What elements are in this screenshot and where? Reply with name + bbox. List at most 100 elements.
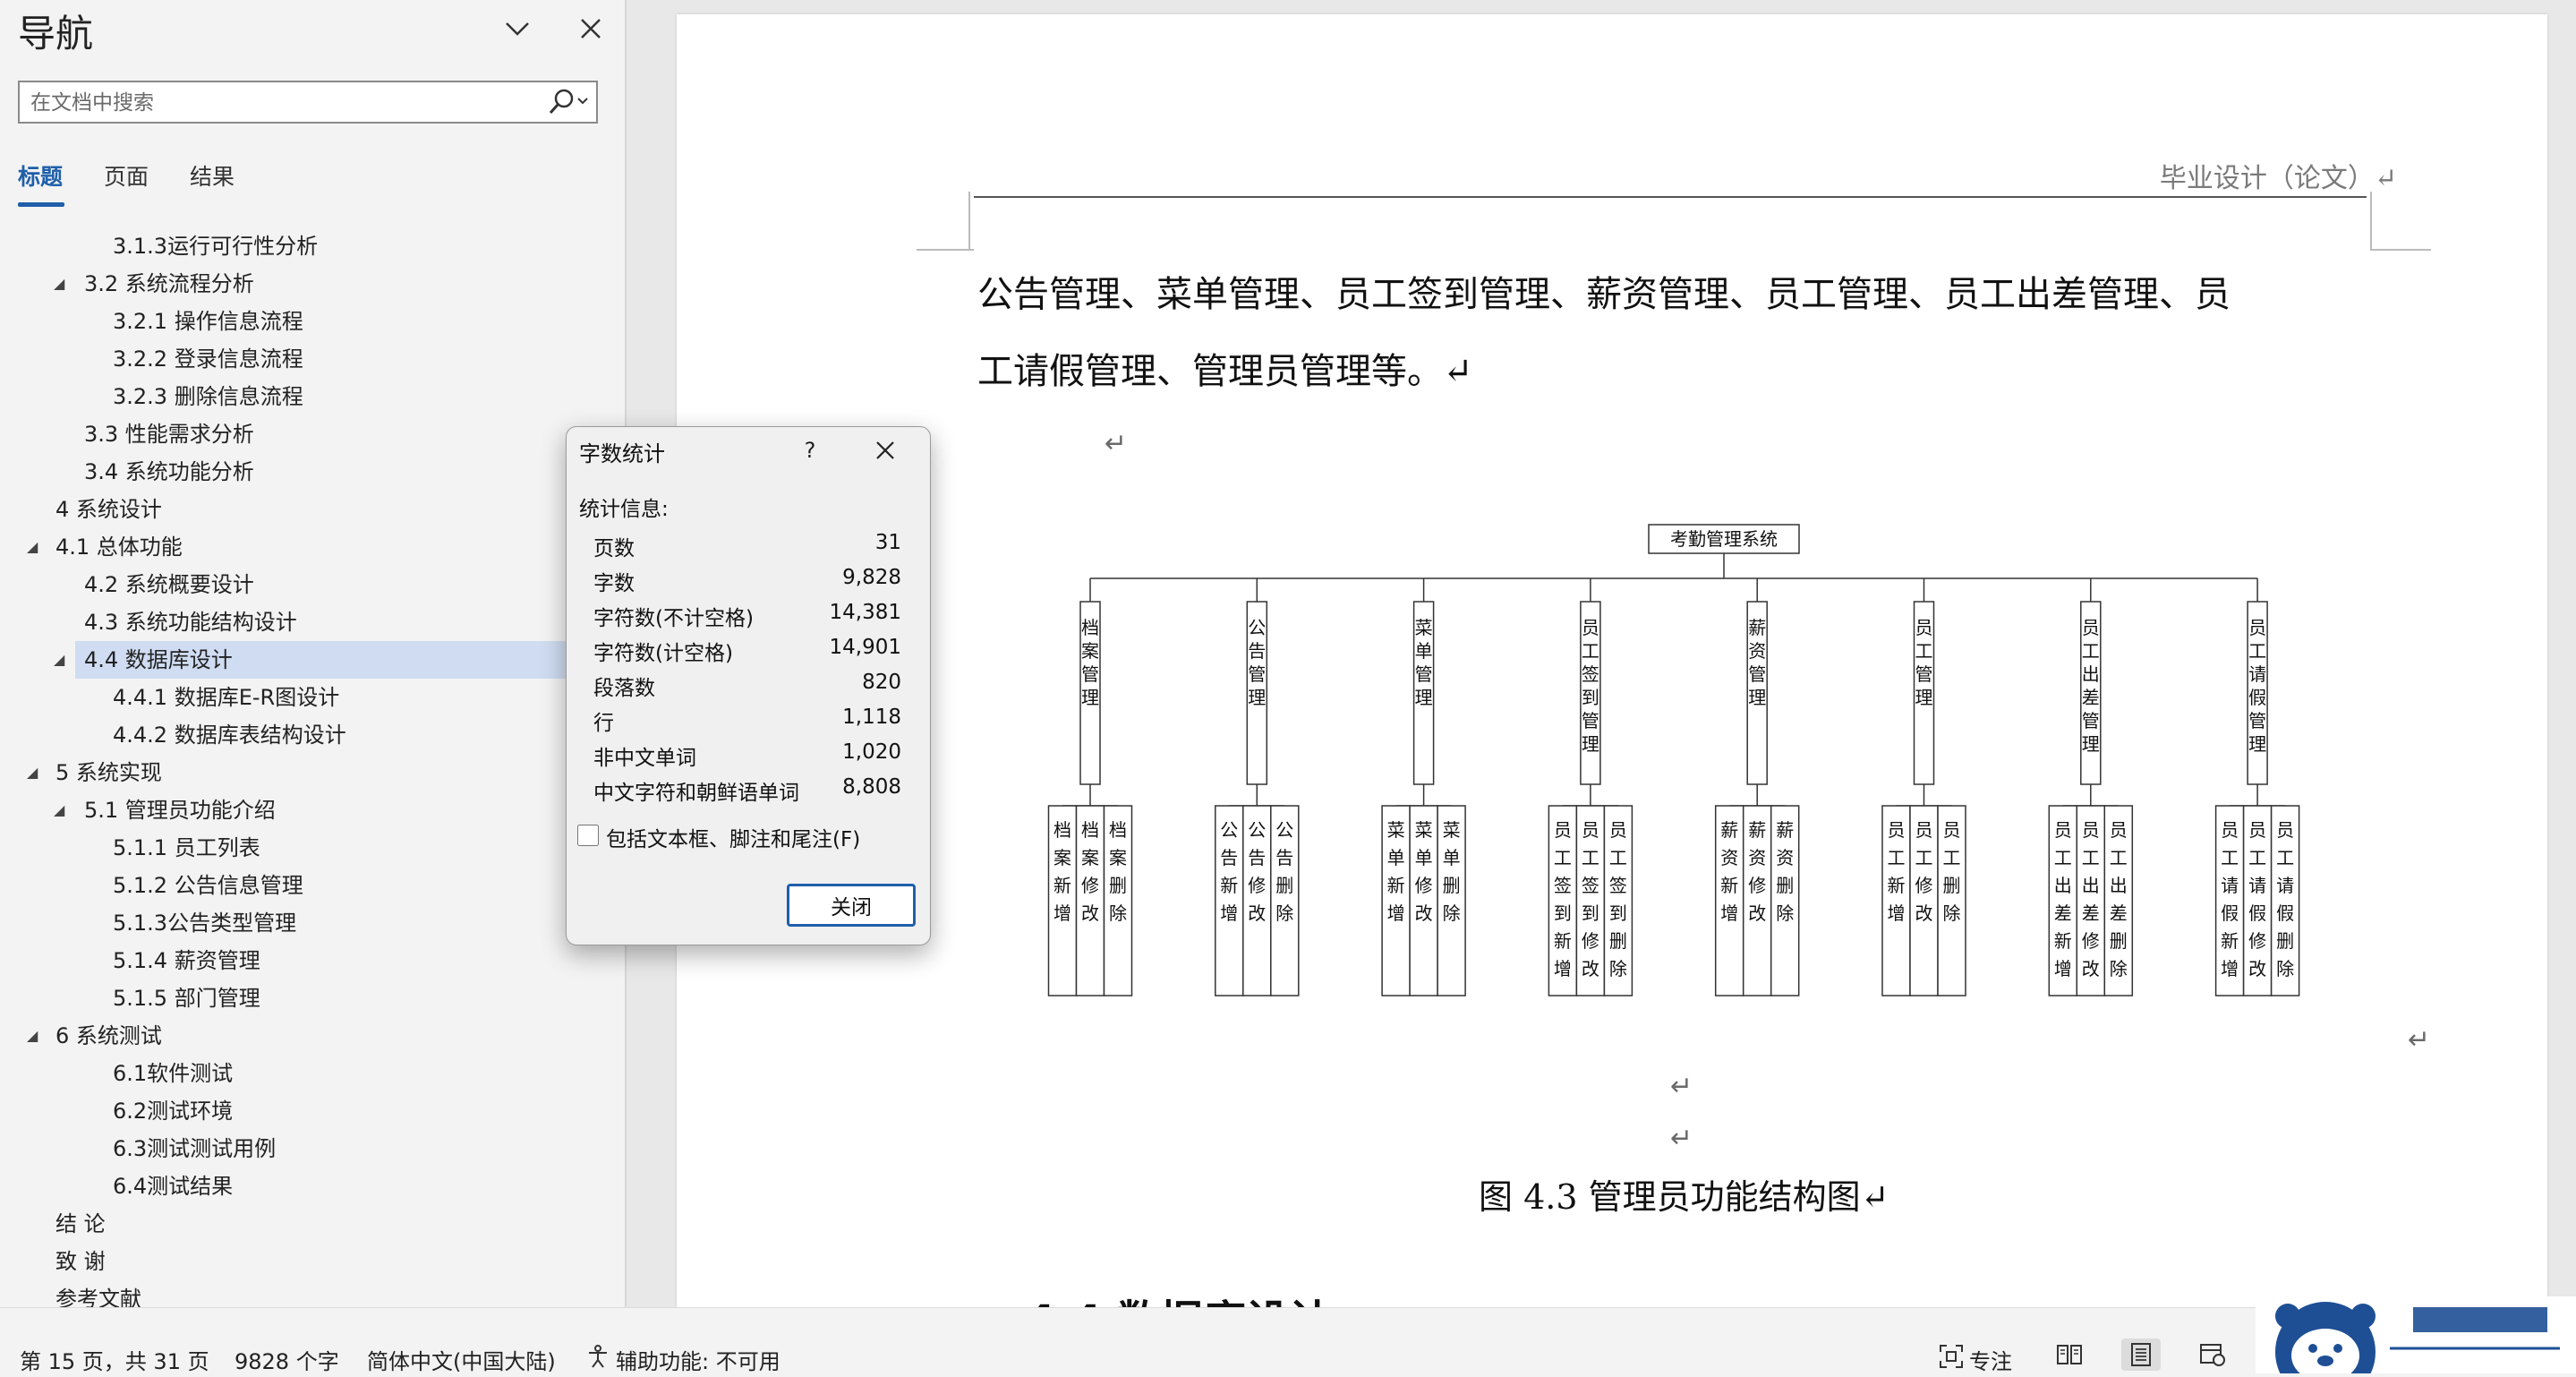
focus-mode-button[interactable]: 专注 [1969, 1344, 2012, 1375]
outline-item[interactable]: ◢ 3.2 系统流程分析 [0, 265, 625, 303]
outline-item-label: 6.3测试测试用例 [113, 1136, 277, 1161]
word-count-status[interactable]: 9828 个字 [235, 1344, 339, 1375]
outline-item[interactable]: 5.1.4 薪资管理 [0, 942, 625, 979]
print-layout-button[interactable] [2121, 1339, 2161, 1371]
language-status[interactable]: 简体中文(中国大陆) [367, 1344, 556, 1375]
close-button[interactable]: 关闭 [787, 884, 916, 927]
outline-item[interactable]: 结 论 [0, 1205, 625, 1243]
outline-item-label: 致 谢 [55, 1249, 106, 1274]
outline-item-label: 4.2 系统概要设计 [84, 572, 254, 597]
dialog-close-button[interactable] [864, 432, 907, 468]
stat-label: 段落数 [593, 677, 655, 700]
search-icon [549, 89, 588, 114]
search-button[interactable] [542, 86, 593, 118]
page-count-status[interactable]: 第 15 页，共 31 页 [20, 1344, 209, 1375]
outline-item[interactable]: 3.2.1 操作信息流程 [0, 303, 625, 340]
collapse-triangle-icon[interactable]: ◢ [54, 791, 64, 829]
stat-row: 字符数(不计空格) 14,381 [593, 601, 901, 633]
outline-item[interactable]: 4.4.1 数据库E-R图设计 [0, 679, 625, 716]
stat-value: 1,020 [842, 740, 901, 764]
outline-item[interactable]: 6.4测试结果 [0, 1167, 625, 1205]
web-layout-button[interactable] [2193, 1339, 2232, 1371]
function-structure-diagram: 考勤管理系统档案管理档案新增档案修改档案删除公告管理公告新增公告修改公告删除菜单… [1047, 524, 2300, 996]
stat-value: 31 [874, 531, 901, 554]
checkbox-label[interactable]: 包括文本框、脚注和尾注(F) [606, 822, 860, 852]
outline-item[interactable]: ◢ 4.1 总体功能 [0, 528, 625, 566]
stat-row: 非中文单词 1,020 [593, 740, 901, 773]
web-layout-icon [2200, 1344, 2225, 1366]
bear-logo-icon [2275, 1302, 2560, 1377]
search-input[interactable] [29, 88, 533, 118]
nav-options-button[interactable] [496, 7, 539, 50]
stat-row: 字数 9,828 [593, 566, 901, 598]
stat-label: 字数 [593, 572, 635, 595]
stat-row: 字符数(计空格) 14,901 [593, 636, 901, 668]
watermark-logo [2256, 1296, 2576, 1377]
collapse-triangle-icon[interactable]: ◢ [54, 641, 64, 679]
outline-item-label: 4.1 总体功能 [55, 535, 183, 560]
outline-item-label: 5.1.4 薪资管理 [113, 948, 260, 973]
outline-item[interactable]: 4 系统设计 [0, 491, 625, 528]
outline-item[interactable]: ◢ 5.1 管理员功能介绍 [0, 791, 625, 829]
outline-item[interactable]: 6.1软件测试 [0, 1055, 625, 1092]
collapse-triangle-icon[interactable]: ◢ [27, 1017, 38, 1055]
outline-item[interactable]: ◢ 4.4 数据库设计 [54, 641, 625, 679]
stat-row: 行 1,118 [593, 706, 901, 738]
stat-row: 段落数 820 [593, 671, 901, 703]
nav-title: 导航 [18, 12, 94, 56]
focus-icon [1939, 1344, 1964, 1370]
stat-row: 页数 31 [593, 531, 901, 563]
stat-value: 1,118 [842, 706, 901, 729]
outline-item[interactable]: 4.3 系统功能结构设计 [0, 603, 625, 641]
paragraph-mark: ↵ [2408, 1024, 2431, 1056]
outline-item-label: 6.2测试环境 [113, 1099, 234, 1124]
outline-item[interactable]: 3.2.2 登录信息流程 [0, 340, 625, 378]
document-page[interactable]: 毕业设计（论文）↵ 公告管理、菜单管理、员工签到管理、薪资管理、员工管理、员工出… [677, 14, 2547, 1307]
stat-value: 14,901 [829, 636, 901, 659]
outline-item[interactable]: 3.4 系统功能分析 [0, 453, 625, 491]
include-textbox-footnotes-checkbox[interactable] [577, 825, 599, 846]
collapse-triangle-icon[interactable]: ◢ [27, 528, 38, 566]
outline-item-label: 5.1.3公告类型管理 [113, 911, 297, 936]
outline-item[interactable]: ◢ 6 系统测试 [0, 1017, 625, 1055]
outline-item[interactable]: 5.1.1 员工列表 [0, 829, 625, 867]
figure-caption: 图 4.3 管理员功能结构图↵ [1479, 1177, 1889, 1217]
outline-item[interactable]: 4.4.2 数据库表结构设计 [0, 716, 625, 754]
collapse-triangle-icon[interactable]: ◢ [27, 754, 38, 791]
outline-item-label: 3.2 系统流程分析 [84, 271, 254, 296]
outline-item[interactable]: 5.1.3公告类型管理 [0, 904, 625, 942]
dialog-title: 字数统计 [579, 441, 665, 466]
help-button[interactable]: ? [789, 432, 832, 468]
collapse-triangle-icon[interactable]: ◢ [54, 265, 64, 303]
outline-item-label: 3.2.2 登录信息流程 [113, 346, 303, 372]
outline-item[interactable]: 4.2 系统概要设计 [0, 566, 625, 603]
tab-pages[interactable]: 页面 [104, 159, 149, 192]
tab-results[interactable]: 结果 [190, 159, 235, 192]
tab-headings[interactable]: 标题 [18, 159, 63, 192]
paragraph-mark: ↵ [1670, 1123, 1693, 1154]
stat-label: 页数 [593, 537, 635, 560]
outline-item[interactable]: 3.3 性能需求分析 [0, 415, 625, 453]
outline-item[interactable]: 5.1.5 部门管理 [0, 979, 625, 1017]
outline-item[interactable]: 致 谢 [0, 1243, 625, 1280]
close-icon [581, 19, 601, 38]
outline-item[interactable]: 3.1.3运行可行性分析 [0, 227, 625, 265]
outline-item[interactable]: 6.3测试测试用例 [0, 1130, 625, 1167]
outline-item-label: 4.4 数据库设计 [84, 647, 233, 672]
nav-close-button[interactable] [569, 7, 612, 50]
read-mode-button[interactable] [2050, 1339, 2089, 1371]
outline-item-label: 5.1.5 部门管理 [113, 986, 260, 1011]
stat-value: 820 [862, 671, 901, 694]
accessibility-status[interactable]: 辅助功能: 不可用 [616, 1344, 780, 1375]
accessibility-icon [585, 1344, 610, 1370]
outline-item-label: 3.1.3运行可行性分析 [113, 234, 319, 259]
outline-item[interactable]: 3.2.3 删除信息流程 [0, 378, 625, 415]
stat-label: 字符数(不计空格) [593, 607, 754, 630]
outline-item[interactable]: 5.1.2 公告信息管理 [0, 867, 625, 904]
outline-item[interactable]: ◢ 5 系统实现 [0, 754, 625, 791]
book-icon [2057, 1345, 2082, 1364]
stat-row: 中文字符和朝鲜语单词 8,808 [593, 775, 901, 808]
chevron-down-icon [506, 22, 529, 36]
outline-item-label: 4 系统设计 [55, 497, 162, 522]
outline-item[interactable]: 6.2测试环境 [0, 1092, 625, 1130]
